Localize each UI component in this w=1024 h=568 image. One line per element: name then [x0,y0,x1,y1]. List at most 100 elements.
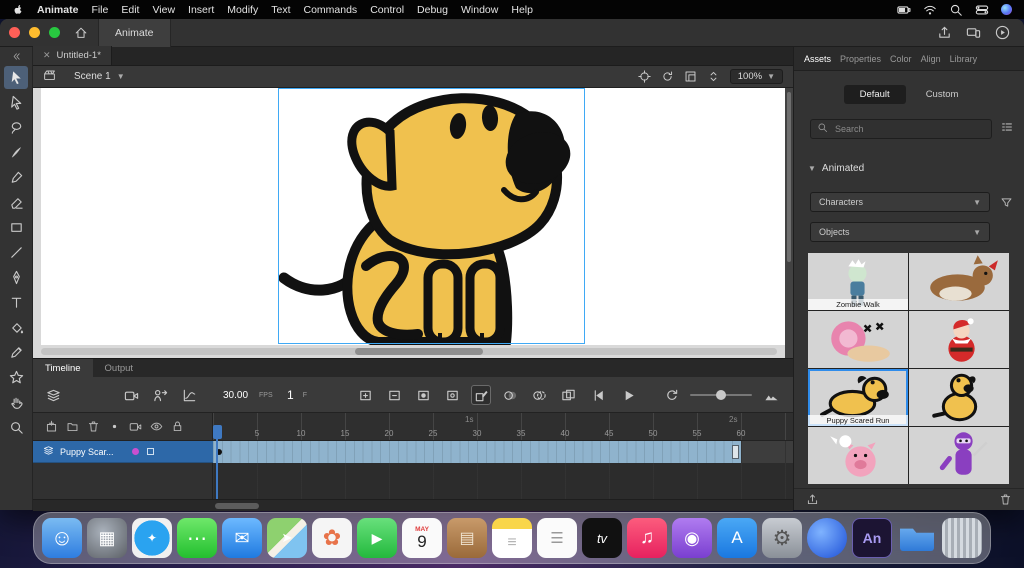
menu-item-view[interactable]: View [152,4,175,16]
apple-logo-icon[interactable] [12,3,24,17]
asset-puppy-scared-run[interactable]: Puppy Scared Run [808,369,908,426]
search-input[interactable] [833,123,985,135]
step-back-button[interactable] [589,385,609,405]
timeline-tab-output[interactable]: Output [93,359,146,377]
graph-button[interactable] [179,385,199,405]
filter-button[interactable] [998,196,1014,209]
home-icon[interactable] [74,26,88,40]
lock-all-icon[interactable] [171,420,184,433]
frame-span[interactable] [213,441,741,463]
insert-frame-button[interactable] [355,385,375,405]
dock-messages-icon[interactable]: ⋯ [177,518,217,558]
layers-button[interactable] [43,385,63,405]
document-tab[interactable]: ✕ Untitled-1* [33,46,112,65]
dock-downloads-icon[interactable] [897,518,937,558]
dock-facetime-icon[interactable]: ▶ [357,518,397,558]
share-icon[interactable] [937,25,952,40]
asset-santa[interactable] [909,311,1009,368]
new-layer-icon[interactable] [45,420,58,433]
hscroll-thumb[interactable] [355,348,483,355]
canvas-vertical-scrollbar[interactable] [785,88,793,358]
canvas-horizontal-scrollbar[interactable] [41,348,777,355]
menu-item-control[interactable]: Control [370,4,404,16]
tool-eraser[interactable] [4,191,28,214]
delete-icon[interactable] [87,420,100,433]
wifi-icon[interactable] [923,3,937,17]
dock-finder-icon[interactable]: ☺ [42,518,82,558]
scene-name-dropdown[interactable]: Scene 1 ▼ [74,71,125,82]
center-stage-icon[interactable] [638,70,651,83]
edit-scene-icon[interactable] [43,69,56,85]
dock-notes-icon[interactable]: ≡ [492,518,532,558]
characters-dropdown[interactable]: Characters ▼ [810,192,990,212]
close-window-button[interactable] [9,27,20,38]
panel-tab-assets[interactable]: Assets [804,54,831,64]
panel-tab-color[interactable]: Color [890,54,912,64]
dock-mail-icon[interactable]: ✉ [222,518,262,558]
zoom-level-dropdown[interactable]: 100%▼ [730,69,783,84]
asset-piggy[interactable] [808,427,908,484]
tool-lasso[interactable] [4,116,28,139]
segment-custom[interactable]: Custom [910,85,975,104]
tool-line[interactable] [4,241,28,264]
objects-dropdown[interactable]: Objects ▼ [810,222,990,242]
stage[interactable] [41,88,785,345]
dock-animate-icon[interactable]: An [852,518,892,558]
onion-skin-button[interactable] [500,385,520,405]
export-icon[interactable] [806,493,819,506]
new-folder-icon[interactable] [66,420,79,433]
timeline-tab-timeline[interactable]: Timeline [33,359,93,377]
layer-frames[interactable] [213,441,793,463]
frame-ruler[interactable]: 510152025303540455055601s2s [213,413,793,441]
delete-icon[interactable] [999,493,1012,506]
layer-item[interactable]: Puppy Scar... [33,441,213,463]
tool-asset-warp[interactable] [4,366,28,389]
frame-size-button[interactable] [761,385,781,405]
control-center-icon[interactable] [975,3,989,17]
dock-music-icon[interactable]: ♫ [627,518,667,558]
siri-icon[interactable] [1001,4,1012,15]
menu-item-file[interactable]: File [91,4,108,16]
advance-button[interactable] [150,385,170,405]
dock-calendar-icon[interactable]: MAY9 [402,518,442,558]
remove-frame-button[interactable] [384,385,404,405]
clapper-icon[interactable] [43,69,56,82]
dock-podcasts-icon[interactable]: ◉ [672,518,712,558]
menu-item-debug[interactable]: Debug [417,4,448,16]
tool-zoom[interactable] [4,416,28,439]
home-button[interactable] [74,26,88,40]
dock-launchpad-icon[interactable]: ▦ [87,518,127,558]
search-box[interactable] [810,119,992,139]
menu-item-window[interactable]: Window [461,4,498,16]
auto-keyframe-button[interactable] [471,385,491,405]
tool-classic-brush[interactable] [4,166,28,189]
asset-snail[interactable] [808,311,908,368]
asset-ninja[interactable] [909,427,1009,484]
dock-app-store-icon[interactable]: A [717,518,757,558]
menu-app-name[interactable]: Animate [37,4,78,16]
dock-maps-icon[interactable]: ➤ [267,518,307,558]
close-document-icon[interactable]: ✕ [43,50,51,61]
tool-text[interactable] [4,291,28,314]
timeline-zoom-slider[interactable] [690,394,752,396]
asset-puppy[interactable] [909,369,1009,426]
asset-werewolf[interactable] [909,253,1009,310]
dock-photos-icon[interactable]: ✿ [312,518,352,558]
devices-icon[interactable] [966,25,981,40]
filter-icon[interactable] [1000,196,1013,209]
tool-selection[interactable] [4,66,28,89]
menu-item-modify[interactable]: Modify [227,4,258,16]
list-view-icon[interactable] [1000,120,1014,134]
edit-multiple-frames-button[interactable] [558,385,578,405]
menu-item-text[interactable]: Text [271,4,290,16]
dock-settings-icon[interactable]: ⚙ [762,518,802,558]
dock-blue-circle-app-icon[interactable] [807,518,847,558]
menu-item-commands[interactable]: Commands [304,4,358,16]
zoom-window-button[interactable] [49,27,60,38]
tool-pencil[interactable] [4,341,28,364]
list-view-toggle[interactable] [1000,120,1014,139]
onion-skin-outlines-button[interactable] [529,385,549,405]
search-icon[interactable] [949,3,963,17]
insert-keyframe-button[interactable] [413,385,433,405]
play-button[interactable] [618,385,638,405]
